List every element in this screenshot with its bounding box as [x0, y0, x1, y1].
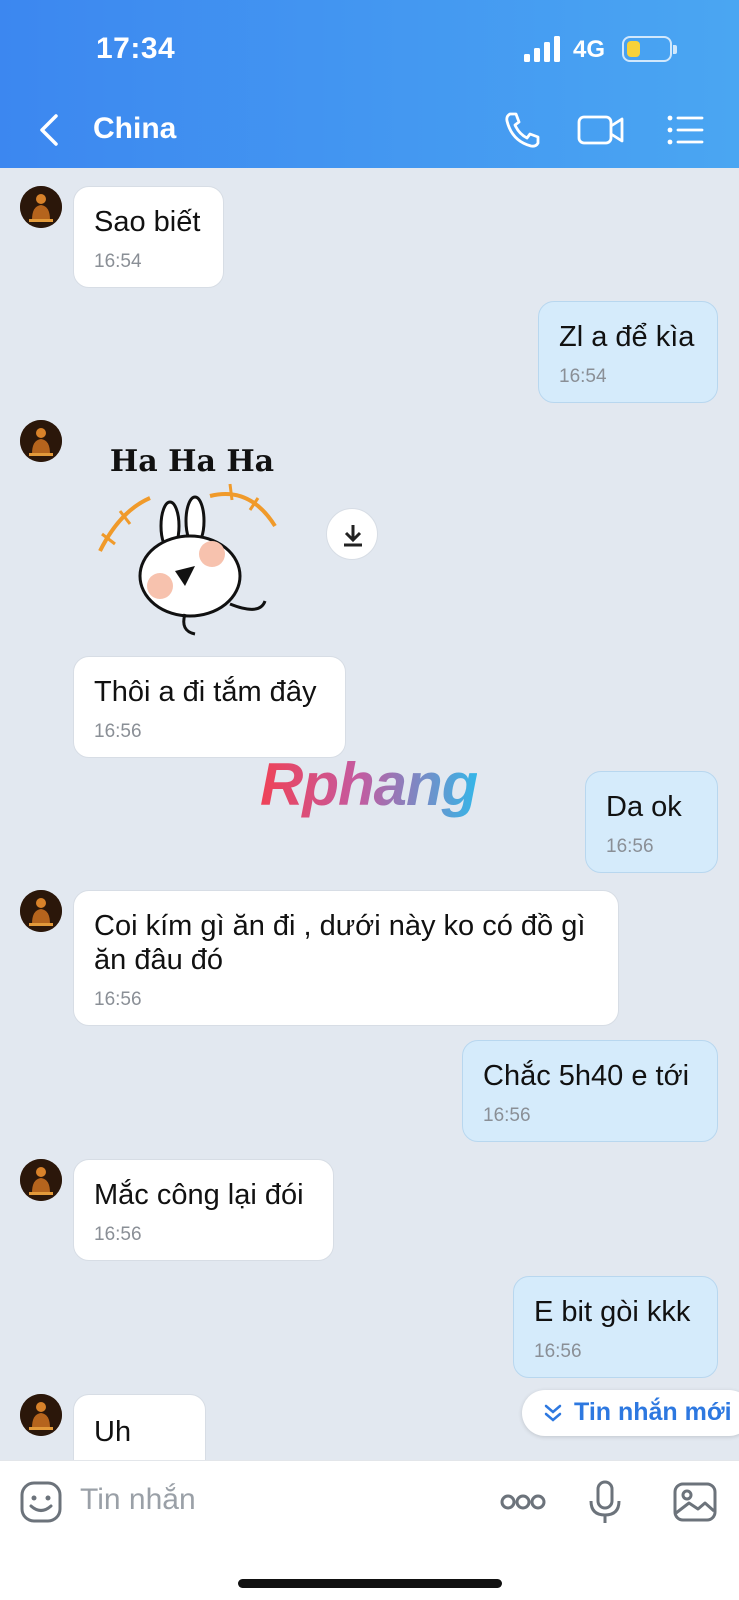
avatar[interactable] — [20, 890, 62, 932]
back-arrow-icon[interactable] — [30, 108, 70, 152]
message-input[interactable]: Tin nhắn — [80, 1483, 196, 1517]
signal-icon — [524, 36, 560, 62]
battery-icon — [622, 36, 677, 62]
home-indicator — [238, 1579, 502, 1588]
message-bubble-outgoing[interactable]: Zl a để kìa 16:54 — [538, 301, 718, 403]
message-time: 16:56 — [94, 721, 142, 742]
buddha-avatar-icon — [20, 890, 62, 932]
message-text: Da ok — [606, 791, 682, 823]
message-bubble-incoming[interactable]: Thôi a đi tắm đây 16:56 — [73, 656, 346, 758]
buddha-avatar-icon — [20, 1394, 62, 1436]
laughing-bunny-sticker[interactable]: Ha Ha Ha — [80, 426, 300, 646]
menu-list-icon[interactable] — [664, 108, 708, 152]
avatar[interactable] — [20, 1394, 62, 1436]
message-text: Uh — [94, 1416, 132, 1448]
sticker-text: Ha Ha Ha — [110, 444, 274, 479]
watermark: Rphang — [260, 751, 478, 818]
image-gallery-icon[interactable] — [672, 1479, 718, 1525]
message-bubble-incoming[interactable]: Mắc công lại đói 16:56 — [73, 1159, 334, 1261]
message-text: Mắc công lại đói — [94, 1179, 304, 1211]
message-time: 16:56 — [94, 989, 142, 1010]
message-bubble-outgoing[interactable]: E bit gòi kkk 16:56 — [513, 1276, 718, 1378]
message-time: 16:56 — [534, 1341, 582, 1362]
message-bubble-outgoing[interactable]: Chắc 5h40 e tới 16:56 — [462, 1040, 718, 1142]
download-icon — [344, 525, 362, 547]
message-time: 16:56 — [94, 1224, 142, 1245]
avatar[interactable] — [20, 186, 62, 228]
phone-call-icon[interactable] — [500, 108, 544, 152]
message-time: 16:56 — [606, 836, 654, 857]
video-call-icon[interactable] — [576, 108, 626, 152]
buddha-avatar-icon — [20, 1159, 62, 1201]
message-bubble-outgoing[interactable]: Da ok 16:56 — [585, 771, 718, 873]
avatar[interactable] — [20, 1159, 62, 1201]
sticker-emoji-icon[interactable] — [18, 1479, 64, 1525]
message-bubble-incoming[interactable]: Sao biết 16:54 — [73, 186, 224, 288]
more-options-icon[interactable] — [498, 1479, 548, 1525]
buddha-avatar-icon — [20, 186, 62, 228]
double-chevron-down-icon — [544, 1404, 562, 1422]
network-label: 4G — [573, 36, 606, 63]
new-message-button[interactable]: Tin nhắn mới — [522, 1390, 739, 1436]
message-text: E bit gòi kkk — [534, 1296, 691, 1328]
message-time: 16:54 — [94, 251, 142, 272]
message-time: 16:54 — [559, 366, 607, 387]
status-time: 17:34 — [96, 32, 176, 65]
message-time: 16:56 — [483, 1105, 531, 1126]
message-bubble-incoming[interactable]: Uh — [73, 1394, 206, 1460]
composer-bar: Tin nhắn — [0, 1460, 739, 1600]
message-text: Sao biết — [94, 206, 201, 238]
new-message-label: Tin nhắn mới — [574, 1398, 732, 1426]
message-text: Coi kím gì ăn đi , dưới này ko có đồ gì … — [94, 910, 586, 976]
download-button[interactable] — [326, 508, 378, 560]
chat-area[interactable]: Sao biết 16:54 Zl a để kìa 16:54 Ha Ha H… — [0, 168, 739, 1460]
microphone-icon[interactable] — [582, 1479, 628, 1525]
message-text: Zl a để kìa — [559, 321, 695, 353]
avatar[interactable] — [20, 420, 62, 462]
contact-name[interactable]: China — [93, 112, 176, 146]
header-bar: 17:34 4G China — [0, 0, 739, 168]
message-text: Thôi a đi tắm đây — [94, 676, 317, 708]
message-text: Chắc 5h40 e tới — [483, 1060, 690, 1092]
message-bubble-incoming[interactable]: Coi kím gì ăn đi , dưới này ko có đồ gì … — [73, 890, 619, 1026]
buddha-avatar-icon — [20, 420, 62, 462]
